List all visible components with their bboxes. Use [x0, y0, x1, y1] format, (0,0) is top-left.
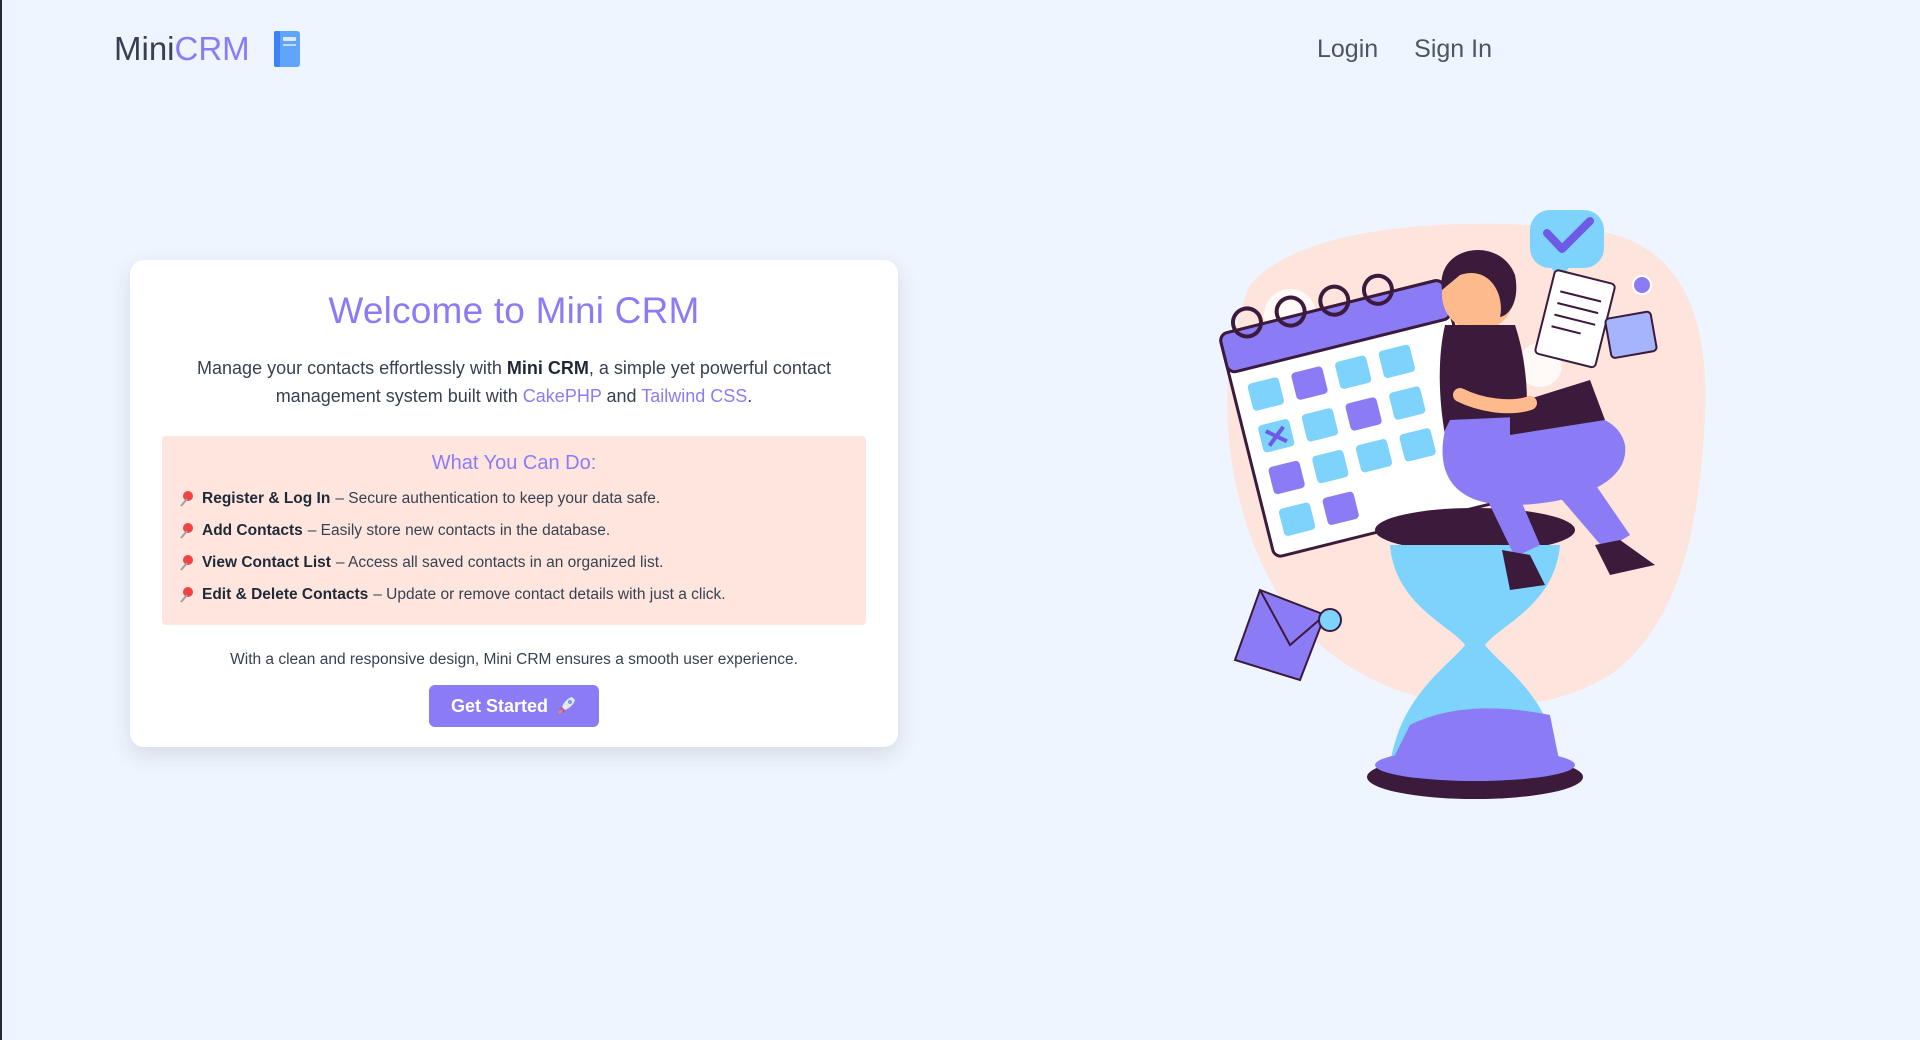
top-navbar: MiniCRM Login Sign In	[0, 0, 1920, 104]
intro-end: .	[747, 386, 753, 406]
feature-title: Register & Log In	[202, 490, 331, 507]
pushpin-icon	[180, 587, 193, 603]
intro-pre: Manage your contacts effortlessly with	[197, 358, 507, 378]
footer-note: With a clean and responsive design, Mini…	[230, 651, 798, 668]
brand-name-part2: CRM	[174, 30, 250, 67]
feature-title: Add Contacts	[202, 522, 303, 539]
hero-illustration	[1219, 210, 1706, 799]
intro-and: and	[601, 386, 642, 406]
feature-item: Add Contacts – Easily store new contacts…	[178, 515, 850, 547]
get-started-label: Get Started	[450, 696, 548, 716]
features-heading: What You Can Do:	[431, 452, 597, 474]
features-list: Register & Log In – Secure authenticatio…	[178, 483, 850, 611]
intro-bold: Mini CRM	[506, 358, 589, 378]
window-left-edge	[0, 0, 2, 1040]
feature-item: Edit & Delete Contacts – Update or remov…	[178, 579, 850, 611]
feature-title: Edit & Delete Contacts	[202, 586, 369, 603]
cakephp-link[interactable]: CakePHP	[523, 386, 602, 406]
page-title: Welcome to Mini CRM	[328, 290, 700, 331]
signin-link[interactable]: Sign In	[1414, 35, 1492, 64]
welcome-card: Welcome to Mini CRM Manage your contacts…	[130, 260, 898, 747]
notebook-icon	[273, 31, 300, 67]
pushpin-icon	[180, 555, 193, 571]
feature-desc: – Easily store new contacts in the datab…	[307, 522, 611, 539]
get-started-button[interactable]: Get Started	[428, 685, 600, 727]
feature-title: View Contact List	[202, 554, 331, 571]
nav-links: Login Sign In	[1317, 35, 1492, 64]
feature-item: View Contact List – Access all saved con…	[178, 547, 850, 579]
brand-name-part1: Mini	[114, 30, 175, 67]
pushpin-icon	[180, 491, 193, 507]
feature-desc: – Access all saved contacts in an organi…	[335, 554, 664, 571]
rocket-icon	[558, 697, 576, 714]
intro-text: Manage your contacts effortlessly with M…	[184, 354, 844, 410]
feature-desc: – Secure authentication to keep your dat…	[335, 490, 661, 507]
features-box: What You Can Do: Register & Log In – Sec…	[162, 436, 866, 625]
feature-desc: – Update or remove contact details with …	[373, 586, 726, 603]
tailwind-link[interactable]: Tailwind CSS	[641, 386, 747, 406]
feature-item: Register & Log In – Secure authenticatio…	[178, 483, 850, 515]
login-link[interactable]: Login	[1317, 35, 1378, 64]
pushpin-icon	[180, 523, 193, 539]
brand-logo[interactable]: MiniCRM	[114, 30, 302, 68]
